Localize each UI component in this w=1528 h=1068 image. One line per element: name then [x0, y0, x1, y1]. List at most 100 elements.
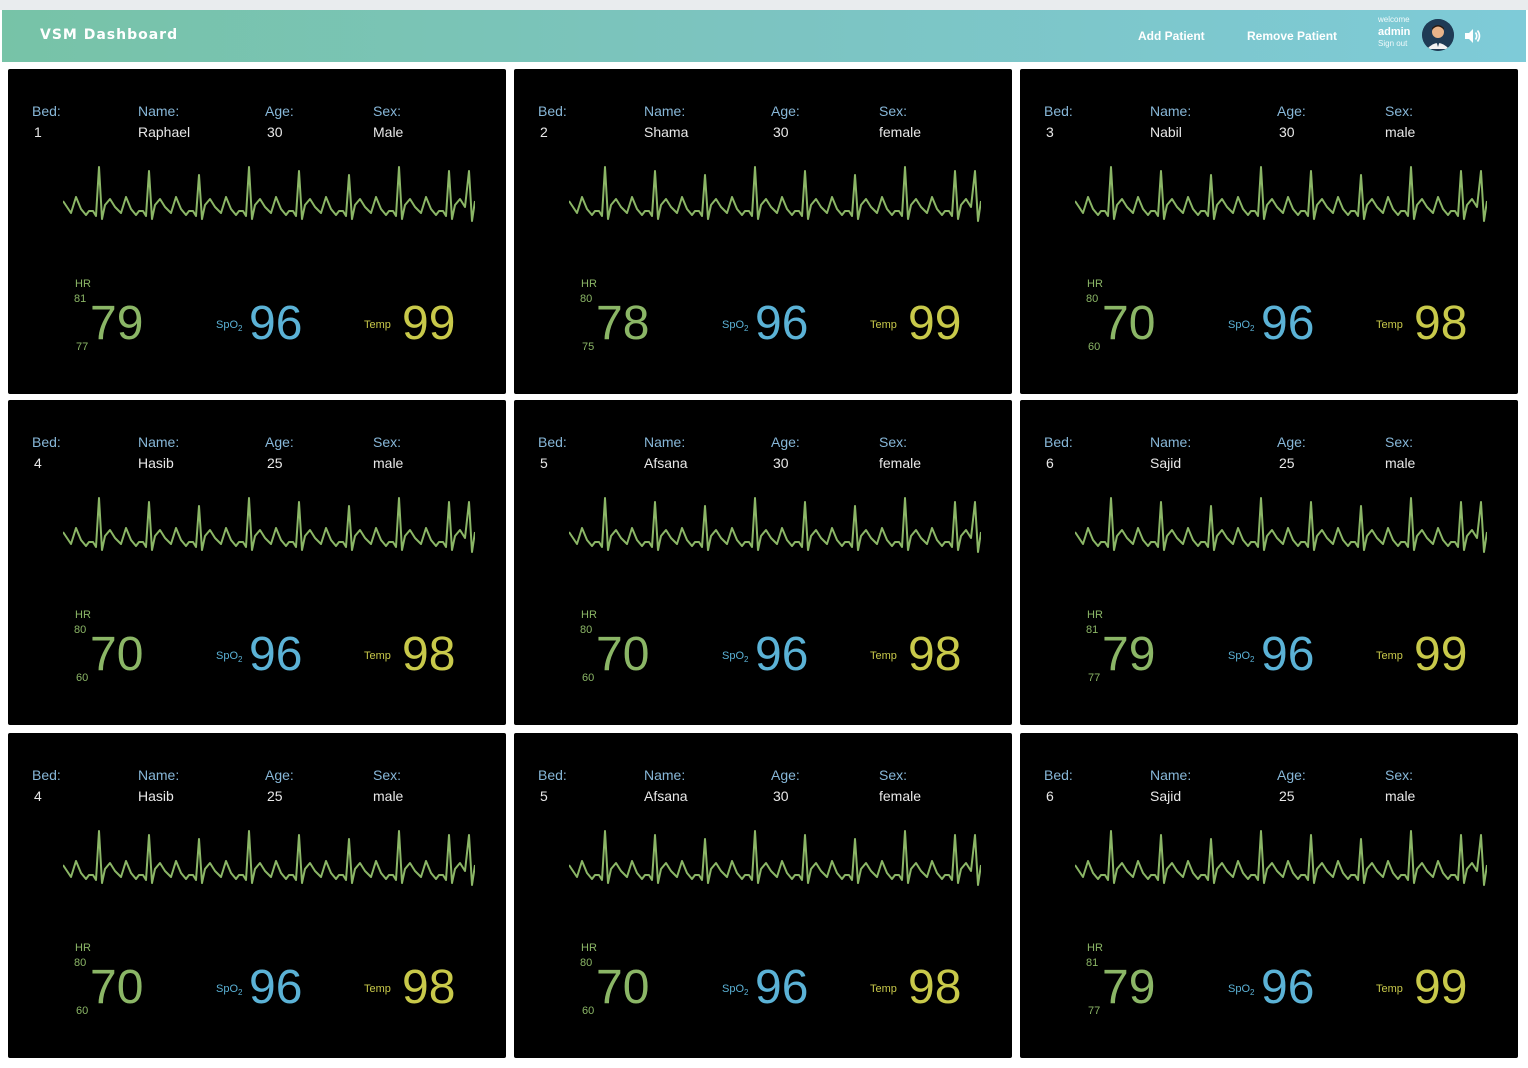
temp-label: Temp: [1376, 319, 1403, 331]
sex-label: Sex:: [1385, 434, 1414, 450]
patient-name: Afsana: [644, 455, 688, 471]
spo2-label: SpO2: [722, 650, 749, 665]
patient-grid: Bed: Name: Age: Sex: 1 Raphael 30 Male H…: [0, 62, 1528, 1068]
name-label: Name:: [138, 767, 180, 783]
hr-high-limit: 80: [580, 293, 593, 305]
ecg-waveform: [569, 497, 981, 553]
hr-label: HR: [75, 942, 91, 954]
age-label: Age:: [265, 434, 294, 450]
spo2-value: 96: [755, 628, 809, 681]
hr-value: 70: [596, 961, 650, 1014]
patient-monitor-card[interactable]: Bed: Name: Age: Sex: 5 Afsana 30 female …: [514, 400, 1012, 725]
hr-label: HR: [581, 609, 597, 621]
patient-monitor-card[interactable]: Bed: Name: Age: Sex: 6 Sajid 25 male HR …: [1020, 733, 1518, 1058]
sex-label: Sex:: [373, 434, 402, 450]
add-patient-link[interactable]: Add Patient: [1138, 29, 1205, 43]
name-label: Name:: [138, 434, 180, 450]
spo2-value: 96: [249, 961, 303, 1014]
age-value: 25: [267, 455, 283, 471]
hr-low-limit: 77: [76, 341, 89, 353]
speaker-icon[interactable]: [1462, 26, 1482, 46]
sex-value: Male: [373, 124, 404, 140]
hr-label: HR: [1087, 609, 1103, 621]
temp-label: Temp: [364, 983, 391, 995]
ecg-waveform: [1075, 830, 1487, 886]
window-top-strip: [0, 0, 1528, 10]
temp-value: 98: [402, 961, 456, 1014]
temp-value: 99: [1414, 961, 1468, 1014]
remove-patient-link[interactable]: Remove Patient: [1247, 29, 1337, 43]
sex-value: female: [879, 455, 922, 471]
age-label: Age:: [265, 103, 294, 119]
name-label: Name:: [1150, 767, 1192, 783]
spo2-label: SpO2: [1228, 983, 1255, 998]
hr-high-limit: 80: [74, 957, 87, 969]
hr-low-limit: 77: [1088, 672, 1101, 684]
sign-out-link[interactable]: Sign out: [1378, 39, 1420, 49]
bed-label: Bed:: [538, 434, 567, 450]
bed-value: 5: [540, 788, 548, 804]
sex-label: Sex:: [1385, 103, 1414, 119]
bed-value: 1: [34, 124, 42, 140]
temp-value: 98: [908, 628, 962, 681]
sex-value: male: [373, 455, 404, 471]
hr-high-limit: 80: [1086, 293, 1099, 305]
age-value: 25: [1279, 788, 1295, 804]
patient-monitor-card[interactable]: Bed: Name: Age: Sex: 6 Sajid 25 male HR …: [1020, 400, 1518, 725]
hr-high-limit: 80: [580, 957, 593, 969]
hr-low-limit: 60: [76, 1005, 89, 1017]
hr-value: 79: [1102, 961, 1156, 1014]
sex-label: Sex:: [879, 103, 908, 119]
hr-value: 70: [90, 628, 144, 681]
sex-label: Sex:: [373, 103, 402, 119]
name-label: Name:: [644, 767, 686, 783]
age-label: Age:: [771, 434, 800, 450]
app-title: VSM Dashboard: [40, 27, 179, 43]
spo2-label: SpO2: [1228, 650, 1255, 665]
age-value: 25: [267, 788, 283, 804]
ecg-waveform: [63, 497, 475, 553]
patient-monitor-card[interactable]: Bed: Name: Age: Sex: 2 Shama 30 female H…: [514, 69, 1012, 394]
spo2-label: SpO2: [216, 983, 243, 998]
hr-high-limit: 81: [1086, 957, 1099, 969]
spo2-value: 96: [1261, 961, 1315, 1014]
ecg-waveform: [569, 166, 981, 222]
hr-high-limit: 81: [74, 293, 87, 305]
hr-value: 70: [1102, 297, 1156, 350]
age-value: 30: [1279, 124, 1295, 140]
sex-label: Sex:: [1385, 767, 1414, 783]
sex-value: female: [879, 788, 922, 804]
bed-label: Bed:: [1044, 434, 1073, 450]
hr-label: HR: [75, 609, 91, 621]
patient-monitor-card[interactable]: Bed: Name: Age: Sex: 1 Raphael 30 Male H…: [8, 69, 506, 394]
patient-name: Hasib: [138, 455, 174, 471]
bed-label: Bed:: [32, 434, 61, 450]
bed-value: 6: [1046, 455, 1054, 471]
patient-monitor-card[interactable]: Bed: Name: Age: Sex: 3 Nabil 30 male HR …: [1020, 69, 1518, 394]
sex-label: Sex:: [879, 767, 908, 783]
spo2-value: 96: [249, 297, 303, 350]
ecg-waveform: [569, 830, 981, 886]
spo2-value: 96: [1261, 628, 1315, 681]
bed-value: 2: [540, 124, 548, 140]
hr-low-limit: 60: [582, 1005, 595, 1017]
welcome-text: welcome: [1378, 15, 1410, 24]
age-value: 30: [773, 124, 789, 140]
temp-label: Temp: [870, 983, 897, 995]
patient-name: Sajid: [1150, 788, 1182, 804]
sex-value: male: [1385, 455, 1416, 471]
bed-label: Bed:: [538, 767, 567, 783]
patient-monitor-card[interactable]: Bed: Name: Age: Sex: 5 Afsana 30 female …: [514, 733, 1012, 1058]
sex-label: Sex:: [879, 434, 908, 450]
patient-monitor-card[interactable]: Bed: Name: Age: Sex: 4 Hasib 25 male HR …: [8, 400, 506, 725]
patient-monitor-card[interactable]: Bed: Name: Age: Sex: 4 Hasib 25 male HR …: [8, 733, 506, 1058]
age-label: Age:: [265, 767, 294, 783]
patient-name: Afsana: [644, 788, 688, 804]
age-value: 30: [773, 455, 789, 471]
avatar[interactable]: [1422, 19, 1454, 51]
bed-label: Bed:: [1044, 767, 1073, 783]
patient-name: Shama: [644, 124, 689, 140]
ecg-waveform: [63, 166, 475, 222]
bed-value: 4: [34, 455, 42, 471]
spo2-label: SpO2: [216, 650, 243, 665]
